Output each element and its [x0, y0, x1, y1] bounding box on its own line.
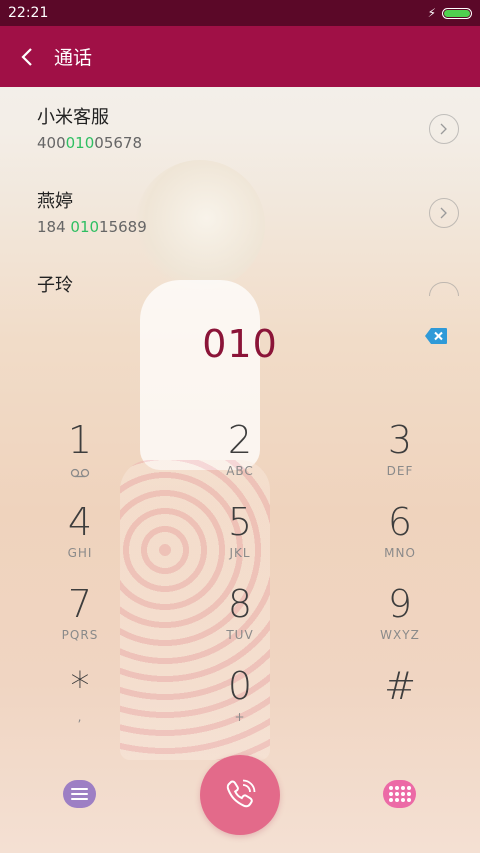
list-item[interactable]: 燕婷 184 01015689	[0, 171, 480, 255]
contact-number: 40001005678	[37, 134, 142, 152]
status-bar: 22:21 ⚡	[0, 0, 480, 26]
menu-icon	[71, 788, 88, 790]
chevron-right-icon	[440, 207, 447, 219]
dialpad-button[interactable]	[383, 780, 416, 808]
contact-detail-button[interactable]	[429, 198, 459, 228]
page-title: 通话	[54, 47, 93, 69]
key-star[interactable]: * ,	[0, 664, 160, 744]
call-button[interactable]	[200, 755, 280, 835]
backspace-icon[interactable]	[424, 327, 448, 345]
key-0[interactable]: 0 +	[160, 664, 320, 744]
status-time: 22:21	[8, 5, 49, 21]
battery-icon	[442, 7, 472, 19]
voicemail-icon	[70, 468, 90, 478]
bottom-action-bar	[0, 755, 480, 835]
key-6[interactable]: 6 MNO	[320, 500, 480, 580]
key-2[interactable]: 2 ABC	[160, 418, 320, 498]
title-bar: 通话	[0, 26, 480, 87]
bolt-icon: ⚡	[427, 6, 436, 20]
list-item[interactable]: 子玲	[0, 255, 480, 315]
back-button[interactable]	[0, 26, 54, 87]
key-3[interactable]: 3 DEF	[320, 418, 480, 498]
key-5[interactable]: 5 JKL	[160, 500, 320, 580]
contact-number: 184 01015689	[37, 218, 147, 236]
key-4[interactable]: 4 GHI	[0, 500, 160, 580]
chevron-left-icon	[21, 47, 32, 66]
phone-icon	[226, 779, 256, 808]
key-8[interactable]: 8 TUV	[160, 582, 320, 662]
dialed-number: 010	[202, 322, 278, 366]
list-item[interactable]: 小米客服 40001005678	[0, 87, 480, 171]
contact-detail-button[interactable]	[429, 114, 459, 144]
key-pound[interactable]: #	[320, 664, 480, 744]
key-7[interactable]: 7 PQRS	[0, 582, 160, 662]
search-results-list: 小米客服 40001005678 燕婷 184 01015689 子玲	[0, 87, 480, 315]
dialpad-icon	[388, 786, 393, 790]
contact-name: 子玲	[37, 275, 73, 296]
chevron-right-icon	[440, 123, 447, 135]
menu-button[interactable]	[63, 780, 96, 808]
contact-name: 小米客服	[37, 107, 109, 128]
key-9[interactable]: 9 WXYZ	[320, 582, 480, 662]
contact-name: 燕婷	[37, 191, 73, 212]
key-1[interactable]: 1	[0, 418, 160, 498]
